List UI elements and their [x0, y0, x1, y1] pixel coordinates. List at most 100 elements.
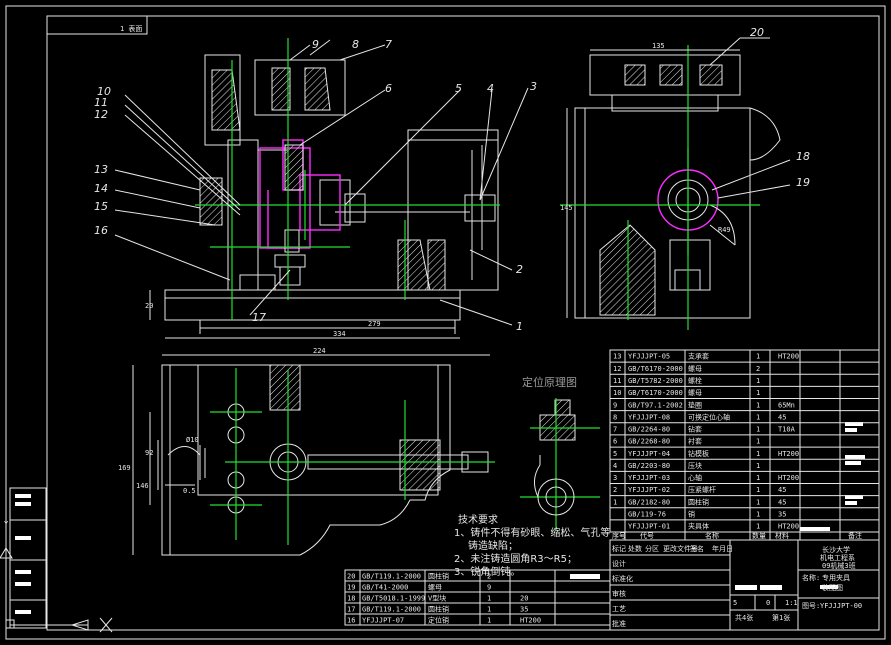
callout-6: 6 [385, 82, 392, 95]
bom-row-code: YFJJJPT-04 [628, 450, 670, 458]
org-1: 长沙大学 [822, 545, 850, 554]
title-row-label2: 工艺 [612, 605, 626, 613]
bom-row-name: 螺栓 [688, 376, 702, 385]
callout-1: 1 [516, 320, 523, 333]
dim-left-92: 92 [145, 449, 153, 457]
tech-requirements: 技术要求 1、铸件不得有砂眼、缩松、气孔等 铸造缺陷； 2、未注铸造圆角R3～R… [454, 513, 610, 578]
bom-lower-code: YFJJJPT-07 [362, 616, 404, 624]
bom-lower-no: 17 [347, 605, 355, 613]
front-view: 279 334 20 [114, 38, 529, 339]
bom-lower-no: 18 [347, 594, 355, 602]
bom-row-no: 8 [613, 413, 617, 421]
bom-row-qty: 1 [756, 438, 760, 446]
dim-left-169: 169 [118, 464, 131, 472]
dim-left-146: 146 [136, 482, 149, 490]
bom-row-no: 1 [613, 498, 617, 506]
sheets-total: 共4张 [735, 613, 753, 622]
scale-s2: 0 [766, 599, 770, 607]
bom-row-qty: 1 [756, 413, 760, 421]
bom-row-name: 支承套 [688, 352, 709, 361]
bom-lower-qty: 1 [487, 605, 491, 613]
bom-row-name: 压块 [688, 461, 702, 470]
bom-row-material: 45 [778, 498, 786, 506]
bom-row-name: 心轴 [688, 473, 702, 482]
bom-upper-table: 13 YFJJJPT-05 支承套 1 HT20012 GB/T6170-2000 螺母 21… [609, 349, 880, 541]
bom-row-material: 65Mn [778, 401, 795, 409]
bom-row-code: GB/119-76 [628, 510, 666, 518]
bom-lower-name: V型块 [428, 593, 446, 602]
title-row-label: 签名 [690, 544, 704, 553]
bom-lower-code: GB/T119.1-2000 [362, 572, 421, 580]
bom-row-qty: 1 [756, 498, 760, 506]
callout-8: 8 [352, 38, 359, 51]
bom-row-no: 5 [613, 450, 617, 458]
title-row-label: 标记 [612, 544, 626, 553]
bom-row-code: GB/2182-80 [628, 498, 670, 506]
bom-row-no: 13 [613, 353, 621, 361]
side-view: 145 135 R49 [560, 37, 791, 330]
drawing-frame: 1 表面 [5, 5, 886, 640]
bom-row-qty: 1 [756, 377, 760, 385]
bom-lower-name: 圆柱销 [428, 604, 449, 613]
bom-row-name: 钻套 [688, 425, 702, 434]
callout-3: 3 [530, 80, 537, 93]
title-row-label: 处数 [628, 544, 642, 553]
callout-20: 20 [750, 26, 764, 39]
bom-row-qty: 1 [756, 523, 760, 531]
corner-tag: 1 表面 [120, 24, 142, 33]
bom-row-qty: 2 [756, 365, 760, 373]
dim-front-334: 334 [333, 330, 346, 338]
bom-row-qty: 1 [756, 474, 760, 482]
bom-row-name: 螺母 [688, 388, 702, 397]
bom-row-material: T10A [778, 426, 796, 434]
bom-header-no: 序号 [612, 531, 626, 540]
bom-row-code: YFJJJPT-08 [628, 413, 670, 421]
bom-row-name: 可换定位心轴 [688, 412, 730, 421]
scale-value: 1:1 [785, 599, 798, 607]
bom-header-qty: 数量 [752, 531, 766, 540]
bom-row-no: 6 [613, 438, 617, 446]
bom-row-name: 螺母 [688, 364, 702, 373]
bom-row-qty: 1 [756, 401, 760, 409]
bom-row-code: YFJJJPT-02 [628, 486, 670, 494]
bom-row-code: YFJJJPT-01 [628, 523, 670, 531]
callout-17: 17 [252, 311, 266, 324]
bom-row-material: HT200 [778, 523, 799, 531]
code-value: YFJJJPT-00 [820, 602, 862, 610]
callout-14: 14 [94, 182, 108, 195]
bom-lower-name: 圆柱销 [428, 571, 449, 580]
bom-lower-code: GB/T119.1-2000 [362, 605, 421, 613]
title-row-label2: 批准 [612, 619, 626, 628]
bom-lower-material: 35 [520, 605, 528, 613]
tech-item-2: 铸造缺陷； [468, 539, 518, 552]
callout-2: 2 [516, 263, 523, 276]
bom-row-qty: 1 [756, 462, 760, 470]
bom-row-no: 3 [613, 474, 617, 482]
bom-lower-no: 16 [347, 616, 355, 624]
bom-lower-code: GB/T5018.1-1999 [362, 594, 425, 602]
bom-header-name: 名称 [705, 531, 719, 540]
callout-9: 9 [312, 38, 319, 51]
scale-s1: 5 [733, 599, 737, 607]
callout-13: 13 [94, 163, 108, 176]
locating-diagram: 定位原理图 [520, 375, 600, 530]
bom-row-no: 11 [613, 377, 621, 385]
bom-row-name: 衬套 [688, 437, 702, 446]
bom-row-material: 35 [778, 510, 786, 518]
bom-row-qty: 1 [756, 426, 760, 434]
title-row-label: 分区 [645, 544, 659, 553]
svg-text:Y: Y [4, 520, 9, 528]
bom-row-name: 垫圈 [688, 400, 702, 409]
callout-16: 16 [94, 224, 108, 237]
bom-lower-table: 20 GB/T119.1-2000 圆柱销 2 19 GB/T41-2000 螺母 9 18 GB… [344, 569, 611, 626]
title-row-label2: 设计 [612, 559, 626, 568]
bom-row-name: 钻模板 [688, 449, 709, 458]
tech-title: 技术要求 [458, 513, 498, 526]
bom-row-material: HT200 [778, 474, 799, 482]
sheet-number: 第1张 [772, 613, 790, 622]
title-row-label: 年月日 [712, 544, 733, 553]
bom-row-code: GB/2268-80 [628, 438, 670, 446]
bom-row-material: 45 [778, 413, 786, 421]
ucs-icon [5, 600, 113, 633]
bom-row-qty: 1 [756, 450, 760, 458]
